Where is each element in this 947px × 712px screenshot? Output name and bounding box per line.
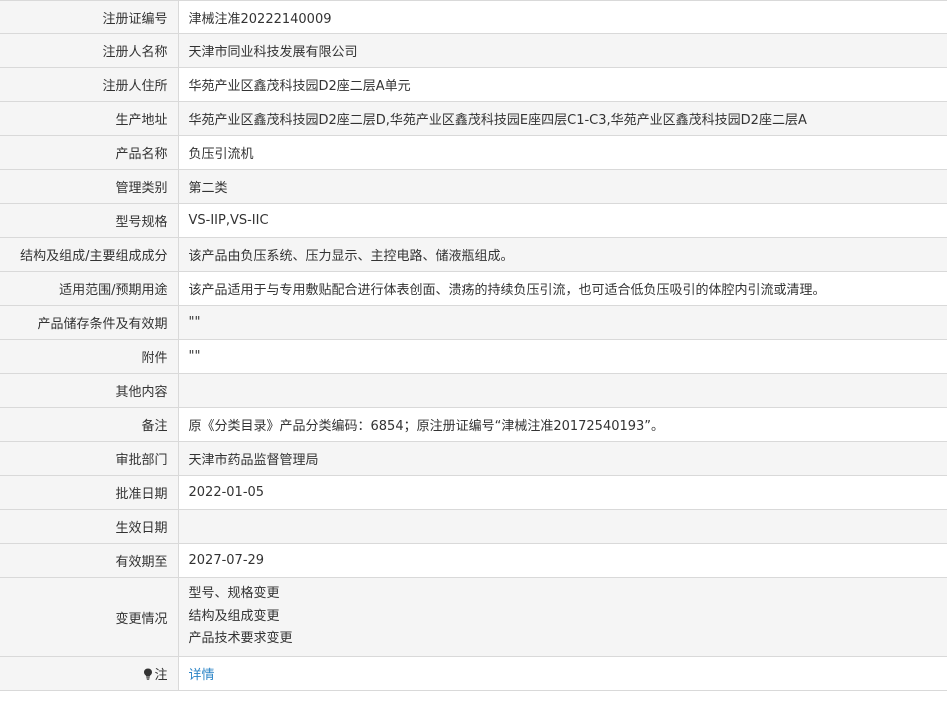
row-product-name: 产品名称 负压引流机 [0,135,947,170]
note-label: 注 [154,668,168,683]
value-valid-until: 2027-07-29 [188,553,265,568]
row-attachments: 附件 "" [0,339,947,374]
row-remarks: 备注 原《分类目录》产品分类编码：6854；原注册证编号“津械注准2017254… [0,407,947,442]
value-note: 详情 [178,657,947,691]
label-approval-department: 审批部门 [0,441,179,476]
label-note: 注 [0,656,179,691]
lightbulb-icon [144,668,153,680]
change-item: 型号、规格变更 [188,586,280,602]
label-approval-date: 批准日期 [0,475,179,510]
row-production-address: 生产地址 华苑产业区鑫茂科技园D2座二层D,华苑产业区鑫茂科技园E座四层C1-C… [0,101,947,136]
row-management-category: 管理类别 第二类 [0,169,947,204]
value-product-name: 负压引流机 [188,147,254,162]
registration-detail-table: 注册证编号 津械注准20222140009 注册人名称 天津市同业科技发展有限公… [0,0,947,691]
row-registration-number: 注册证编号 津械注准20222140009 [0,0,947,34]
value-registration-number: 津械注准20222140009 [188,11,332,27]
row-model-spec: 型号规格 VS-IIP,VS-IIC [0,203,947,238]
value-attachments: "" [188,349,201,364]
row-other-content: 其他内容 [0,373,947,408]
label-remarks: 备注 [0,407,179,442]
value-registrant-name: 天津市同业科技发展有限公司 [178,33,947,68]
label-valid-until: 有效期至 [0,543,179,578]
value-remarks: 原《分类目录》产品分类编码：6854；原注册证编号“津械注准2017254019… [188,419,665,434]
label-registrant-name: 注册人名称 [0,33,179,68]
label-product-name: 产品名称 [0,135,179,170]
value-management-category: 第二类 [178,169,947,204]
value-intended-use: 该产品适用于与专用敷贴配合进行体表创面、溃疡的持续负压引流，也可适合低负压吸引的… [188,283,826,298]
label-attachments: 附件 [0,339,179,374]
label-production-address: 生产地址 [0,101,179,136]
label-other-content: 其他内容 [0,373,179,408]
row-registrant-address: 注册人住所 华苑产业区鑫茂科技园D2座二层A单元 [0,67,947,102]
value-structure-composition: 该产品由负压系统、压力显示、主控电路、储液瓶组成。 [178,237,947,272]
value-approval-date: 2022-01-05 [188,485,265,500]
row-approval-department: 审批部门 天津市药品监督管理局 [0,441,947,476]
label-model-spec: 型号规格 [0,203,179,238]
row-storage-conditions: 产品储存条件及有效期 "" [0,305,947,340]
value-approval-department: 天津市药品监督管理局 [178,441,947,476]
row-change-history: 变更情况 型号、规格变更 结构及组成变更 产品技术要求变更 [0,577,947,657]
row-note: 注 详情 [0,656,947,691]
value-registrant-address: 华苑产业区鑫茂科技园D2座二层A单元 [188,79,411,94]
details-link[interactable]: 详情 [189,668,215,683]
label-registration-number: 注册证编号 [0,0,179,34]
label-change-history: 变更情况 [0,577,179,657]
row-valid-until: 有效期至 2027-07-29 [0,543,947,578]
change-item: 结构及组成变更 [188,608,280,624]
row-structure-composition: 结构及组成/主要组成成分 该产品由负压系统、压力显示、主控电路、储液瓶组成。 [0,237,947,272]
value-effective-date [178,509,947,544]
label-management-category: 管理类别 [0,169,179,204]
label-registrant-address: 注册人住所 [0,67,179,102]
label-intended-use: 适用范围/预期用途 [0,271,179,306]
label-effective-date: 生效日期 [0,509,179,544]
label-storage-conditions: 产品储存条件及有效期 [0,305,179,340]
value-storage-conditions: "" [178,305,947,340]
value-other-content [178,373,947,408]
row-registrant-name: 注册人名称 天津市同业科技发展有限公司 [0,33,947,68]
value-model-spec: VS-IIP,VS-IIC [188,213,269,228]
row-intended-use: 适用范围/预期用途 该产品适用于与专用敷贴配合进行体表创面、溃疡的持续负压引流，… [0,271,947,306]
row-approval-date: 批准日期 2022-01-05 [0,475,947,510]
change-item: 产品技术要求变更 [188,631,293,647]
value-production-address: 华苑产业区鑫茂科技园D2座二层D,华苑产业区鑫茂科技园E座四层C1-C3,华苑产… [178,101,947,136]
value-change-history: 型号、规格变更 结构及组成变更 产品技术要求变更 [178,577,947,657]
row-effective-date: 生效日期 [0,509,947,544]
label-structure-composition: 结构及组成/主要组成成分 [0,237,179,272]
